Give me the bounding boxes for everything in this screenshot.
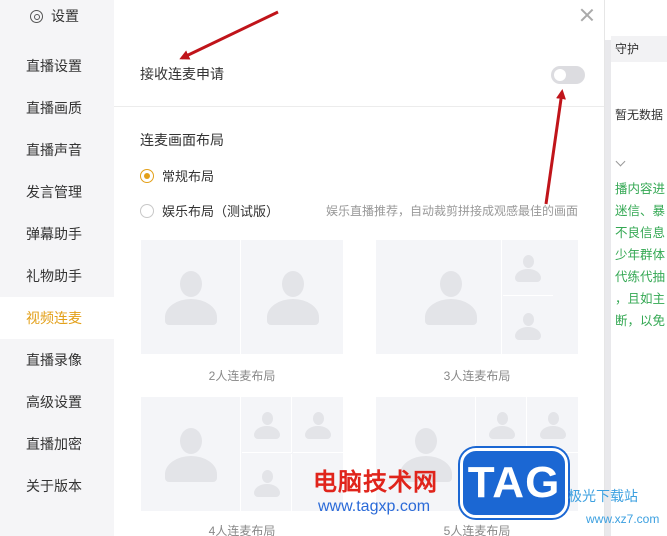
watermark-url: www.tagxp.com: [318, 498, 431, 515]
sidebar-item-video-co-host[interactable]: 视频连麦: [0, 297, 114, 339]
layout-label-2: 2人连麦布局: [208, 369, 276, 383]
person-placeholder-icon: [263, 267, 323, 327]
person-placeholder-icon: [487, 410, 517, 440]
person-placeholder-icon: [161, 424, 221, 484]
layout-card-2[interactable]: [141, 240, 343, 354]
sidebar-item-gift-assistant[interactable]: 礼物助手: [0, 255, 114, 297]
layout-slot: [242, 454, 292, 511]
notice-line: 代练代抽: [615, 270, 666, 284]
sidebar-item-advanced-settings[interactable]: 高级设置: [0, 381, 114, 423]
watermark-site: 极光下载站: [568, 488, 638, 504]
person-placeholder-icon: [513, 253, 543, 283]
layout-label-4: 4人连麦布局: [208, 524, 276, 536]
layout-slot: [293, 397, 343, 453]
divider: [114, 106, 604, 107]
sidebar-item-live-audio[interactable]: 直播声音: [0, 129, 114, 171]
live-notice: 播内容进 迷信、暴 不良信息 少年群体 代练代抽 ，且如主 断，以免: [615, 178, 667, 332]
person-placeholder-icon: [252, 468, 282, 498]
radio-entertainment-layout[interactable]: 娱乐布局（测试版）: [140, 201, 279, 220]
sidebar-item-speech-management[interactable]: 发言管理: [0, 171, 114, 213]
sidebar-nav: 直播设置 直播画质 直播声音 发言管理 弹幕助手 礼物助手 视频连麦 直播录像 …: [0, 45, 114, 507]
layout-slot: [242, 240, 343, 354]
watermark-domain: www.xz7.com: [586, 512, 660, 526]
gear-icon: [30, 9, 43, 23]
layout-slot: [242, 397, 292, 453]
layout-slot: [477, 397, 527, 453]
notice-line: 断，以免: [615, 314, 666, 328]
layout-card-3[interactable]: [376, 240, 578, 354]
person-placeholder-icon: [303, 410, 333, 440]
notice-line: 播内容进: [615, 182, 666, 196]
layout-slot: [400, 240, 502, 354]
notice-line: 不良信息: [615, 226, 666, 240]
radio-normal-layout[interactable]: 常规布局: [140, 166, 214, 185]
layout-label-3: 3人连麦布局: [443, 369, 511, 383]
radio-checked-icon[interactable]: [140, 168, 154, 183]
tag-logo: TAG: [460, 448, 568, 518]
layout-slot: [503, 297, 553, 354]
chevron-down-icon[interactable]: [615, 156, 626, 167]
sidebar-item-live-quality[interactable]: 直播画质: [0, 87, 114, 129]
layout-slot: [141, 240, 241, 354]
settings-title-label: 设置: [51, 8, 79, 24]
sidebar: 设置 直播设置 直播画质 直播声音 发言管理 弹幕助手 礼物助手 视频连麦 直播…: [0, 0, 114, 536]
settings-title: 设置: [30, 6, 79, 26]
entertainment-hint: 娱乐直播推荐，自动裁剪拼接成观感最佳的画面: [326, 204, 579, 218]
radio-normal-label: 常规布局: [162, 169, 215, 184]
notice-line: 迷信、暴: [615, 204, 666, 218]
notice-line: 少年群体: [615, 248, 666, 262]
scrollbar[interactable]: [605, 40, 611, 536]
watermark-brand: 电脑技术网: [313, 469, 438, 496]
empty-state-text: 暂无数据: [615, 108, 664, 122]
notice-line: ，且如主: [615, 292, 666, 306]
background-window: 守护 暂无数据 播内容进 迷信、暴 不良信息 少年群体 代练代抽 ，且如主 断，…: [604, 0, 667, 536]
person-placeholder-icon: [538, 410, 568, 440]
person-placeholder-icon: [161, 267, 221, 327]
accept-co-host-label: 接收连麦申请: [140, 66, 224, 82]
sidebar-item-about-version[interactable]: 关于版本: [0, 465, 114, 507]
sidebar-item-live-settings[interactable]: 直播设置: [0, 45, 114, 87]
radio-unchecked-icon[interactable]: [140, 203, 154, 218]
sidebar-item-live-recording[interactable]: 直播录像: [0, 339, 114, 381]
layout-slot: [528, 397, 578, 453]
radio-entertainment-label: 娱乐布局（测试版）: [162, 204, 280, 219]
layout-slot: [503, 240, 553, 296]
close-icon[interactable]: [578, 6, 596, 24]
toggle-knob: [554, 69, 566, 81]
layout-section-title: 连麦画面布局: [140, 132, 224, 148]
person-placeholder-icon: [513, 311, 543, 341]
sidebar-item-live-encryption[interactable]: 直播加密: [0, 423, 114, 465]
guard-header: 守护: [611, 36, 667, 62]
accept-co-host-toggle[interactable]: [551, 66, 585, 84]
person-placeholder-icon: [252, 410, 282, 440]
layout-slot: [141, 397, 241, 511]
person-placeholder-icon: [421, 267, 481, 327]
layout-label-5: 5人连麦布局: [443, 524, 511, 536]
sidebar-item-danmaku-assistant[interactable]: 弹幕助手: [0, 213, 114, 255]
